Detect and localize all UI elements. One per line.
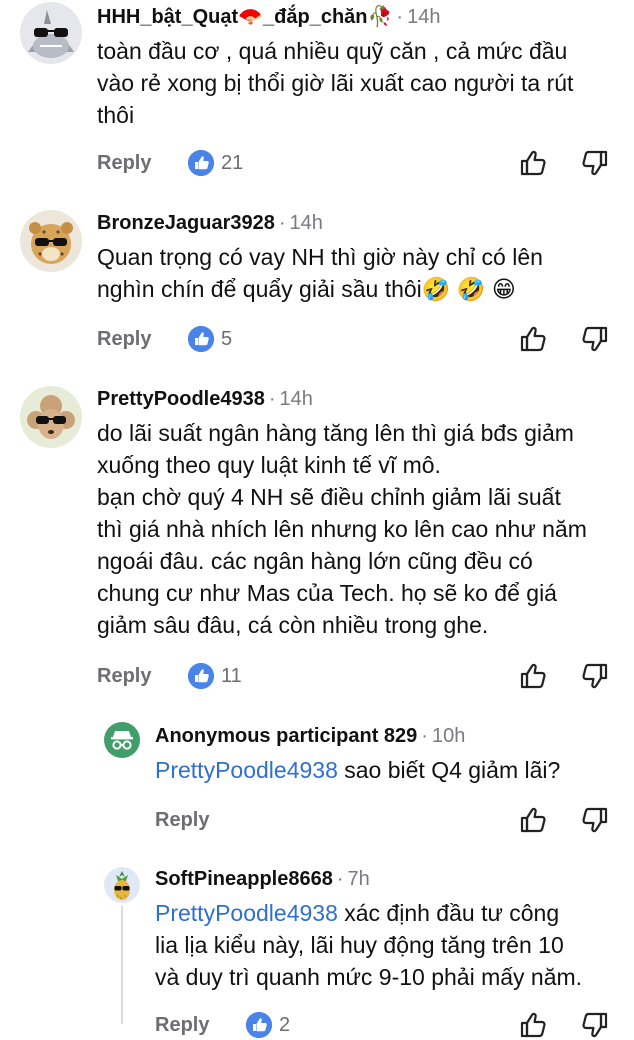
separator: · <box>336 868 344 890</box>
text-line: và duy trì quanh mức 9-10 phải mấy năm. <box>155 964 583 990</box>
jaguar-sunglasses-icon[interactable] <box>20 210 82 272</box>
text-line: Quan trọng có vay NH thì giờ này chỉ có … <box>97 244 543 270</box>
text-line: bạn chờ quý 4 NH sẽ điều chỉnh giảm lãi … <box>97 484 561 510</box>
pineapple-sunglasses-icon[interactable] <box>104 867 140 903</box>
like-count-icon <box>188 150 214 176</box>
mention-link[interactable]: PrettyPoodle4938 <box>155 900 338 926</box>
comment-text: toàn đầu cơ , quá nhiều quỹ căn , cả mức… <box>97 35 573 131</box>
comment-text: PrettyPoodle4938 xác định đầu tư công li… <box>155 897 582 993</box>
timestamp: 14h <box>289 212 323 234</box>
separator: · <box>421 725 428 747</box>
timestamp: 10h <box>431 725 466 747</box>
username[interactable]: SoftPineapple8668 <box>155 868 333 890</box>
text-line: thôi <box>97 102 135 128</box>
comment-header: PrettyPoodle4938 · 14h <box>97 388 313 411</box>
thumbs-up-icon[interactable] <box>518 324 548 354</box>
comment-actions: Reply <box>155 805 617 835</box>
text-line: ngoái đâu. các ngân hàng lớn cũng đều có <box>97 548 533 574</box>
text-fragment: sao biết Q4 giảm lãi? <box>337 757 561 783</box>
reply-button[interactable]: Reply <box>155 1010 209 1040</box>
thumbs-up-icon[interactable] <box>518 805 548 835</box>
timestamp: 14h <box>407 6 441 28</box>
separator: · <box>278 212 286 234</box>
like-count-icon <box>246 1012 272 1038</box>
thumbs-down-icon[interactable] <box>580 148 610 178</box>
like-count: 5 <box>221 328 233 350</box>
reply-button[interactable]: Reply <box>97 148 151 178</box>
separator: · <box>396 6 404 28</box>
comment-text: Quan trọng có vay NH thì giờ này chỉ có … <box>97 241 543 305</box>
text-line: lia lịa kiểu này, lãi huy động tăng trên… <box>155 932 564 958</box>
text-line: vào rẻ xong bị thổi giờ lãi xuất cao ngư… <box>97 70 574 96</box>
reply-button[interactable]: Reply <box>97 324 151 354</box>
text-line: chung cư như Mas của Tech. họ sẽ ko để g… <box>97 580 557 606</box>
comment-actions: Reply 2 <box>155 1010 617 1040</box>
comment-header: HHH_bật_Quạt🪭_đắp_chăn🥀 · 14h <box>97 4 440 29</box>
text-line: PrettyPoodle4938 xác định đầu tư công <box>155 897 582 929</box>
text-line: do lãi suất ngân hàng tăng lên thì giá b… <box>97 420 574 446</box>
text-fragment: xác định đầu tư công <box>337 900 560 926</box>
shark-sunglasses-icon[interactable] <box>20 2 82 64</box>
like-count: 2 <box>279 1014 291 1036</box>
anonymous-spy-icon[interactable] <box>104 722 140 758</box>
like-count: 21 <box>221 152 244 174</box>
username[interactable]: PrettyPoodle4938 <box>97 388 265 410</box>
reply-button[interactable]: Reply <box>97 661 151 691</box>
timestamp: 14h <box>279 388 313 410</box>
username[interactable]: Anonymous participant 829 <box>155 725 417 747</box>
poodle-sunglasses-icon[interactable] <box>20 386 82 448</box>
username[interactable]: BronzeJaguar3928 <box>97 212 275 234</box>
separator: · <box>268 388 276 410</box>
thread-line <box>121 906 123 1024</box>
like-count-icon <box>188 663 214 689</box>
text-line: nghìn chín để quẩy giải sầu thôi🤣 🤣 😁 <box>97 276 516 302</box>
comment-actions: Reply 21 <box>97 148 617 178</box>
text-line: thì giá nhà nhích lên nhưng ko lên cao n… <box>97 516 587 542</box>
username[interactable]: HHH_bật_Quạt🪭_đắp_chăn🥀 <box>97 6 392 28</box>
comment-header: BronzeJaguar3928 · 14h <box>97 212 323 235</box>
thumbs-down-icon[interactable] <box>580 1010 610 1040</box>
comment-text: PrettyPoodle4938 sao biết Q4 giảm lãi? <box>155 754 560 786</box>
comment-text: do lãi suất ngân hàng tăng lên thì giá b… <box>97 417 587 641</box>
comment-actions: Reply 5 <box>97 324 617 354</box>
text-line: xuống theo quy luật kinh tế vĩ mô. <box>97 452 441 478</box>
mention-link[interactable]: PrettyPoodle4938 <box>155 757 338 783</box>
like-count-icon <box>188 326 214 352</box>
comment-header: Anonymous participant 829 · 10h <box>155 725 465 748</box>
like-count: 11 <box>221 665 242 687</box>
text-line: toàn đầu cơ , quá nhiều quỹ căn , cả mức… <box>97 38 568 64</box>
timestamp: 7h <box>347 868 370 890</box>
thumbs-up-icon[interactable] <box>518 1010 548 1040</box>
text-line: giảm sâu đâu, cá còn nhiều trong ghe. <box>97 612 489 638</box>
thumbs-down-icon[interactable] <box>580 805 610 835</box>
comment-header: SoftPineapple8668 · 7h <box>155 868 370 891</box>
thumbs-down-icon[interactable] <box>580 324 610 354</box>
thumbs-up-icon[interactable] <box>518 661 548 691</box>
thumbs-up-icon[interactable] <box>518 148 548 178</box>
text-line: PrettyPoodle4938 sao biết Q4 giảm lãi? <box>155 754 560 786</box>
thumbs-down-icon[interactable] <box>580 661 610 691</box>
comment-actions: Reply 11 <box>97 661 617 691</box>
reply-button[interactable]: Reply <box>155 805 209 835</box>
